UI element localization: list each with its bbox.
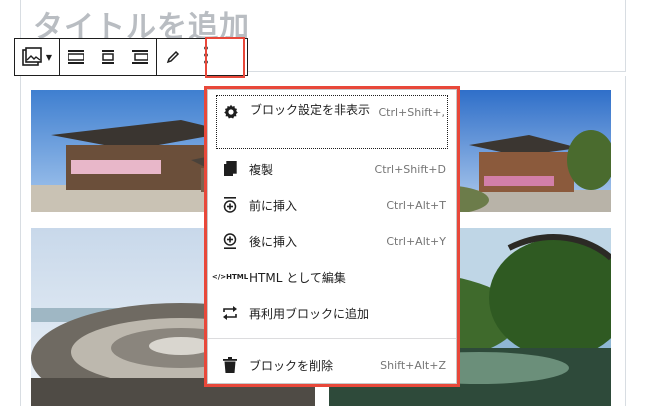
menu-item-shortcut: Ctrl+Shift+,	[378, 106, 445, 119]
gallery-icon	[22, 47, 44, 67]
menu-item-duplicate[interactable]: 複製 Ctrl+Shift+D	[216, 152, 448, 186]
menu-item-insert-before[interactable]: 前に挿入 Ctrl+Alt+T	[216, 188, 448, 222]
insert-before-icon	[220, 195, 240, 215]
menu-item-label: ブロックを削除	[249, 358, 334, 373]
align-full-button[interactable]	[124, 39, 156, 75]
menu-item-insert-after[interactable]: 後に挿入 Ctrl+Alt+Y	[216, 224, 448, 258]
gallery-block-switcher[interactable]: ▼	[15, 39, 59, 75]
insert-after-icon	[220, 231, 240, 251]
menu-item-hide-block-settings[interactable]: ブロック設定を非表示 Ctrl+Shift+,	[216, 95, 448, 149]
block-type-group: ▼	[15, 39, 60, 75]
menu-item-shortcut: Shift+Alt+Z	[380, 358, 446, 372]
align-wide-icon	[68, 50, 84, 64]
alignment-group	[60, 39, 157, 75]
menu-item-edit-as-html[interactable]: </> HTML HTML として編集	[211, 260, 448, 294]
align-wide-button[interactable]	[60, 39, 92, 75]
menu-item-label: 後に挿入	[249, 234, 298, 249]
gear-icon	[221, 102, 241, 122]
menu-item-remove-block[interactable]: ブロックを削除 Shift+Alt+Z	[216, 348, 448, 382]
menu-item-label: ブロック設定を非表示	[250, 103, 371, 117]
menu-item-add-to-reusable[interactable]: 再利用ブロックに追加	[216, 296, 448, 330]
menu-item-label: HTML として編集	[249, 270, 346, 285]
pencil-icon	[166, 50, 180, 64]
menu-item-label: 複製	[249, 162, 274, 177]
align-center-icon	[100, 50, 116, 64]
menu-item-shortcut: Ctrl+Alt+Y	[386, 234, 446, 248]
align-full-icon	[132, 50, 148, 64]
edit-button[interactable]	[157, 39, 189, 75]
chevron-down-icon: ▼	[45, 52, 53, 62]
block-options-menu: ブロック設定を非表示 Ctrl+Shift+, 複製 Ctrl+Shift+D	[204, 86, 460, 387]
menu-panel: ブロック設定を非表示 Ctrl+Shift+, 複製 Ctrl+Shift+D	[207, 89, 457, 384]
html-icon: </> HTML	[211, 272, 249, 281]
menu-item-shortcut: Ctrl+Shift+D	[374, 162, 446, 176]
menu-item-label: 再利用ブロックに追加	[249, 306, 370, 321]
html-icon-text: HTML	[226, 272, 249, 281]
align-center-button[interactable]	[92, 39, 124, 75]
menu-divider	[208, 338, 456, 339]
reusable-icon	[220, 303, 240, 323]
duplicate-icon	[220, 159, 240, 179]
highlight-box-more-options	[205, 37, 245, 78]
menu-item-shortcut: Ctrl+Alt+T	[386, 198, 446, 212]
menu-item-label: 前に挿入	[249, 198, 298, 213]
trash-icon	[220, 355, 240, 375]
